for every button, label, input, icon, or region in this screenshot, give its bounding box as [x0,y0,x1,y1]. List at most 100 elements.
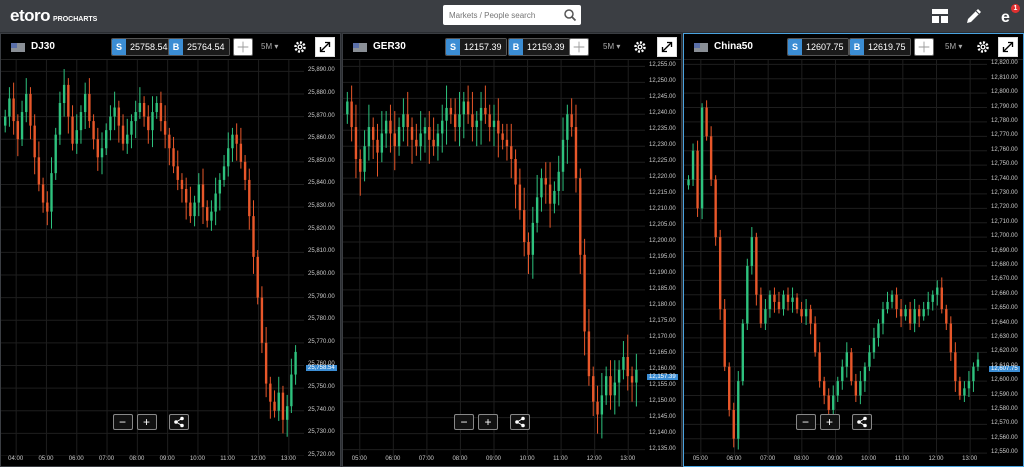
candlestick-chart[interactable] [684,60,987,456]
price-tick: 12,245.00 [649,94,676,101]
candle-body [535,197,539,223]
candle-body [931,294,934,302]
layout-icon[interactable] [930,6,950,26]
buy-button[interactable]: B 25764.54 [168,38,230,56]
candle-body [773,294,776,302]
sell-price: 12607.75 [802,39,848,55]
sell-button[interactable]: S 12157.39 [445,38,507,56]
candle-body [630,376,634,383]
candle-body [130,121,133,135]
candle-body [415,139,418,147]
share-button[interactable] [510,414,530,430]
candle-body [570,114,573,128]
buy-button[interactable]: B 12619.75 [849,38,911,56]
crosshair-icon[interactable] [914,38,934,56]
buy-button[interactable]: B 12159.39 [508,38,570,56]
share-button[interactable] [168,414,189,430]
timeframe-select[interactable]: 5M ▾ [261,42,278,51]
candle-body [791,297,794,302]
candle-body [523,210,526,243]
time-tick: 09:00 [827,456,843,462]
price-tick: 12,820.00 [991,60,1018,67]
candle-body [50,173,53,212]
instrument-name[interactable]: China50 [714,41,753,52]
expand-icon[interactable] [315,37,335,57]
sell-button[interactable]: S 25758.54 [111,38,173,56]
candle-body [514,159,517,185]
gear-icon[interactable] [976,40,990,54]
candle-body [88,93,91,122]
candlestick-chart[interactable] [343,60,645,456]
candle-body [596,401,599,415]
timeframe-select[interactable]: 5M ▾ [945,42,962,51]
share-button[interactable] [851,414,872,430]
chart-panel-ger30[interactable]: GER30 S 12157.39 B 12159.39 5M ▾ 12,255.00… [342,33,682,467]
gear-icon[interactable] [633,40,647,54]
sell-button[interactable]: S 12607.75 [787,38,849,56]
zoom-out-button[interactable]: − [454,414,474,430]
panel-header: DJ30 S 25758.54 B 25764.54 5M ▾ [1,34,340,60]
instrument-name[interactable]: GER30 [373,41,406,52]
candle-body [227,148,230,167]
zoom-in-button[interactable]: + [478,414,498,430]
candle-body [561,139,565,172]
candle-body [583,254,586,332]
candle-body [117,107,121,126]
chart-panel-dj30[interactable]: DJ30 S 25758.54 B 25764.54 5M ▾ 25,890.00 2… [0,33,341,467]
candle-body [691,150,695,180]
instrument-name[interactable]: DJ30 [31,41,55,52]
candle-body [587,331,591,377]
etoro-logo[interactable]: etoro PROCHARTS [10,6,97,26]
candle-body [206,207,209,221]
candle-body [804,309,808,317]
candle-body [406,114,409,128]
crosshair-icon[interactable] [569,38,589,56]
price-tick: 12,235.00 [649,126,676,133]
price-tick: 25,790.00 [308,293,335,300]
candle-body [827,395,830,410]
zoom-out-button[interactable]: − [112,414,133,430]
gear-icon[interactable] [293,40,307,54]
candlestick-chart[interactable] [1,60,304,456]
candle-body [750,237,754,266]
candle-body [622,357,625,370]
candle-body [423,127,427,134]
price-tick: 25,860.00 [308,135,335,142]
expand-icon[interactable] [657,37,677,57]
candle-body [92,121,95,140]
time-tick: 13:00 [280,456,296,462]
search-icon[interactable] [563,8,577,22]
last-price-label: 12,607.75 [989,365,1020,372]
expand-icon[interactable] [998,37,1018,57]
candle-body [210,211,213,221]
zoom-in-button[interactable]: + [136,414,157,430]
price-tick: 12,190.00 [649,269,676,276]
search-input[interactable] [449,6,561,24]
timeframe-select[interactable]: 5M ▾ [603,42,620,51]
brand-name: etoro [10,6,51,25]
candle-body [346,101,349,115]
price-tick: 12,720.00 [991,204,1018,211]
candle-body [732,409,735,439]
candle-body [8,98,11,117]
candle-body [782,294,785,310]
time-tick: 06:00 [385,456,401,462]
candle-body [832,395,835,410]
zoom-out-button[interactable]: − [795,414,816,430]
candle-body [269,383,272,402]
price-tick: 12,135.00 [649,445,676,452]
pencil-icon[interactable] [964,6,984,26]
candle-body [963,388,966,396]
price-tick: 12,580.00 [991,405,1018,412]
candle-body [777,301,781,310]
zoom-in-button[interactable]: + [819,414,840,430]
buy-price: 12619.75 [864,39,910,55]
time-tick: 05:00 [692,456,708,462]
chart-panel-china50[interactable]: China50 S 12607.75 B 12619.75 5M ▾ 12,820.… [683,33,1024,467]
candle-body [273,401,276,411]
candle-body [927,301,930,310]
crosshair-icon[interactable] [233,38,253,56]
buy-price: 12159.39 [523,39,569,55]
search-box[interactable] [443,5,581,25]
candle-body [786,294,790,302]
